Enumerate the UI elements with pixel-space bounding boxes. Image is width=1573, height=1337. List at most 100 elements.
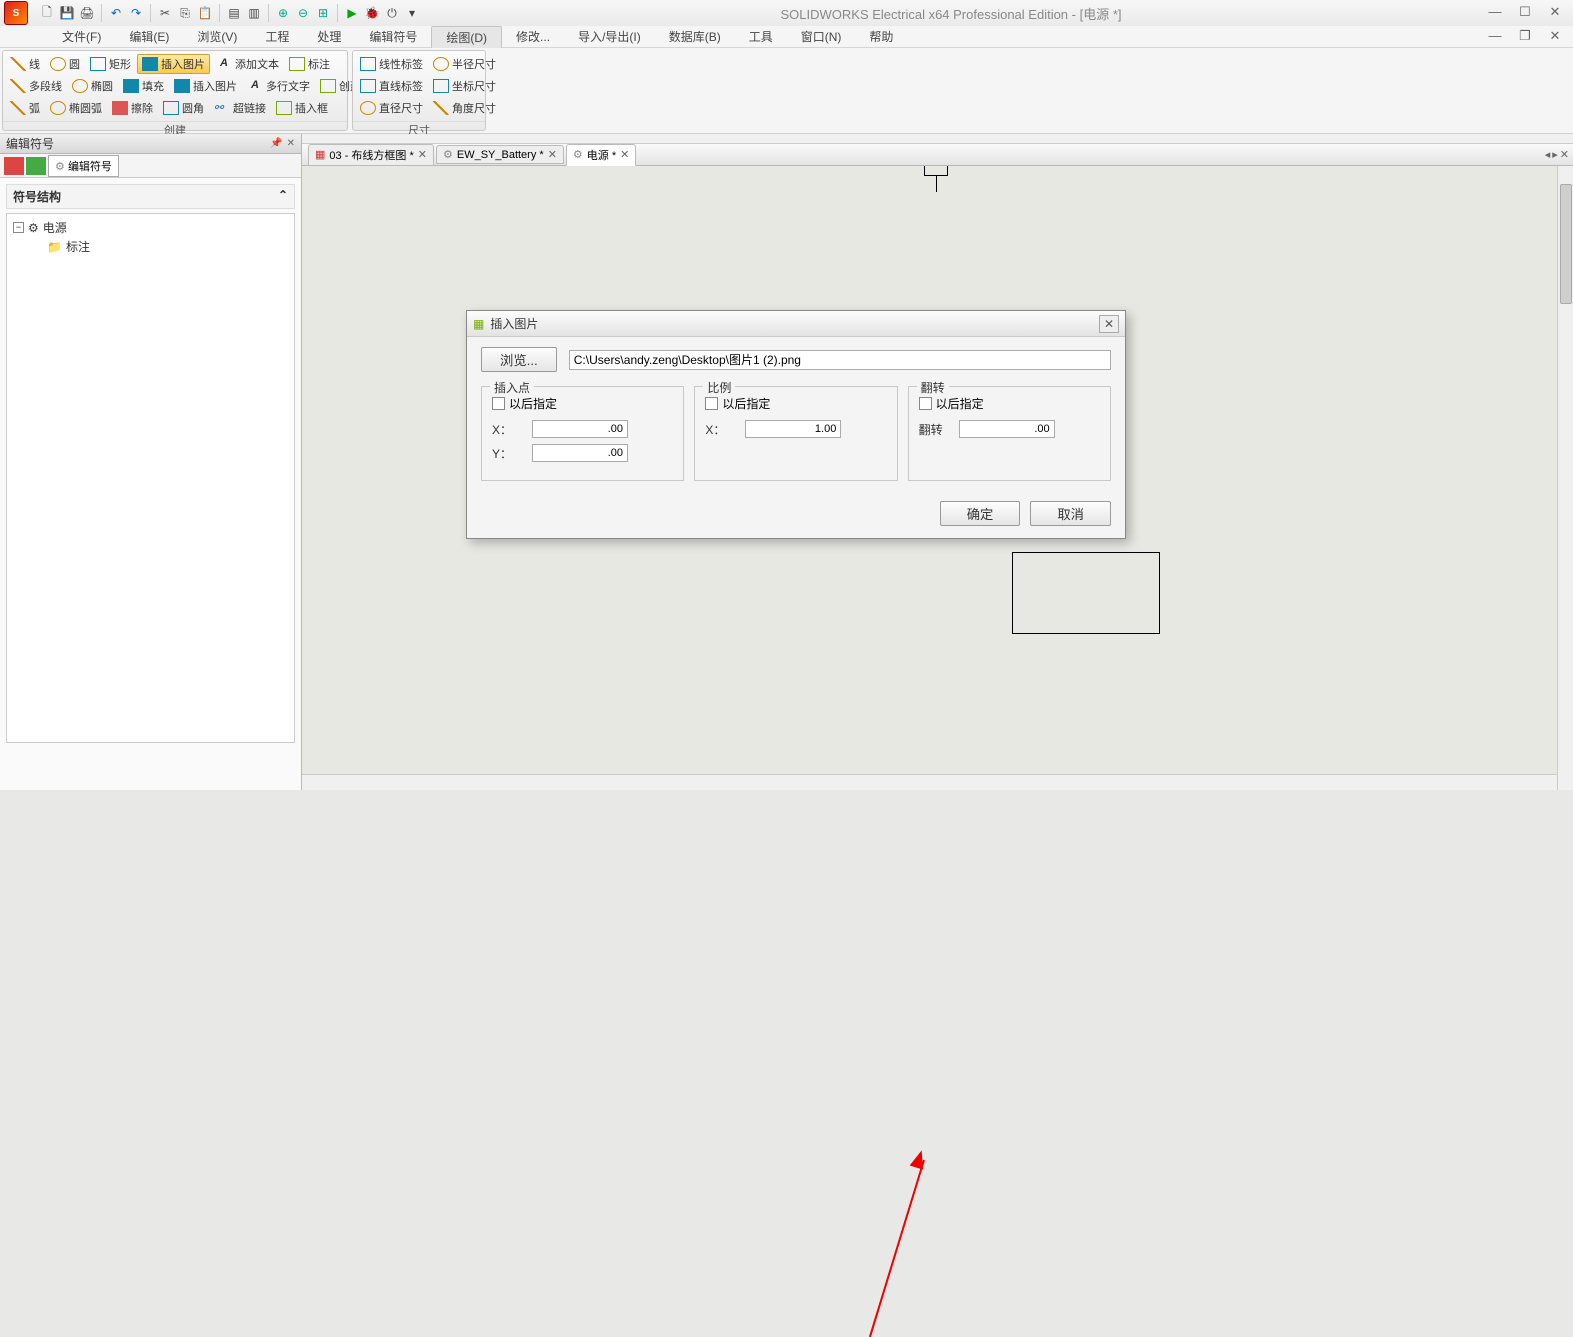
qat-tool-icon[interactable]: ▤: [225, 4, 243, 22]
checkbox-specify-later[interactable]: [705, 397, 718, 410]
window-controls: — ☐ ✕: [1481, 4, 1569, 22]
rbtn-rect[interactable]: 矩形: [86, 54, 135, 74]
rbtn-linlabel[interactable]: 线性标签: [356, 54, 427, 74]
horizontal-scrollbar[interactable]: [302, 774, 1557, 790]
tree-child[interactable]: 📁 标注: [11, 237, 290, 256]
qat-zoom-out-icon[interactable]: ⊖: [294, 4, 312, 22]
nav-prev-icon[interactable]: ◂: [1545, 148, 1551, 161]
rbtn-arc[interactable]: 弧: [6, 98, 44, 118]
canvas-rectangle[interactable]: [1012, 552, 1160, 634]
scrollbar-thumb[interactable]: [1560, 184, 1572, 304]
qat-copy-icon[interactable]: ⎘: [176, 4, 194, 22]
app-icon: S: [4, 1, 28, 25]
y-input[interactable]: [532, 444, 628, 462]
nav-next-icon[interactable]: ▸: [1552, 148, 1558, 161]
menu-import[interactable]: 导入/导出(I): [564, 26, 655, 47]
scale-input[interactable]: [745, 420, 841, 438]
panel-tab-editsymbol[interactable]: ⚙ 编辑符号: [48, 155, 119, 177]
browse-button[interactable]: 浏览...: [481, 347, 557, 372]
menu-tools[interactable]: 工具: [735, 26, 787, 47]
qat-new-icon[interactable]: 🗋: [38, 4, 56, 22]
menu-project[interactable]: 工程: [251, 26, 303, 47]
tree-root[interactable]: − ⚙ 电源: [11, 218, 290, 237]
rbtn-polyline[interactable]: 多段线: [6, 76, 66, 96]
minimize-button[interactable]: —: [1481, 4, 1509, 22]
ok-button[interactable]: 确定: [940, 501, 1021, 526]
pin-icon[interactable]: 📌: [270, 138, 282, 149]
rbtn-label[interactable]: 标注: [285, 54, 334, 74]
checkbox-specify-later[interactable]: [919, 397, 932, 410]
doc-tab-2[interactable]: ⚙ EW_SY_Battery * ✕: [436, 145, 564, 164]
qat-zoom-fit-icon[interactable]: ⊞: [314, 4, 332, 22]
rbtn-fill[interactable]: 填充: [119, 76, 168, 96]
expand-icon[interactable]: −: [13, 222, 24, 233]
qat-tool-icon[interactable]: ▥: [245, 4, 263, 22]
doc-tab-3[interactable]: ⚙ 电源 * ✕: [566, 144, 636, 166]
rbtn-radius[interactable]: 半径尺寸: [429, 54, 500, 74]
path-input[interactable]: [569, 350, 1111, 370]
rbtn-angle[interactable]: 角度尺寸: [429, 98, 500, 118]
close-icon[interactable]: ✕: [418, 148, 427, 161]
rbtn-hyperlink[interactable]: ⚯超链接: [210, 98, 270, 118]
qat-redo-icon[interactable]: ↷: [127, 4, 145, 22]
menu-browse[interactable]: 浏览(V): [183, 26, 251, 47]
rbtn-ellipsearc[interactable]: 椭圆弧: [46, 98, 106, 118]
menu-draw[interactable]: 绘图(D): [431, 26, 502, 48]
qat-print-icon[interactable]: 🖨: [78, 4, 96, 22]
rbtn-linelabel[interactable]: 直线标签: [356, 76, 427, 96]
menu-help[interactable]: 帮助: [855, 26, 907, 47]
flip-input[interactable]: [959, 420, 1055, 438]
dialog-titlebar[interactable]: ▦ 插入图片 ✕: [467, 311, 1125, 337]
close-icon[interactable]: ✕: [287, 138, 295, 149]
nav-close-icon[interactable]: ✕: [1560, 148, 1569, 161]
rbtn-insert-image2[interactable]: 插入图片: [170, 76, 241, 96]
rbtn-ellipse[interactable]: 椭圆: [68, 76, 117, 96]
vertical-scrollbar[interactable]: [1557, 166, 1573, 790]
maximize-button[interactable]: ☐: [1511, 4, 1539, 22]
qat-debug-icon[interactable]: 🐞: [363, 4, 381, 22]
menu-file[interactable]: 文件(F): [48, 26, 115, 47]
qat-zoom-in-icon[interactable]: ⊕: [274, 4, 292, 22]
rbtn-insert-image[interactable]: 插入图片: [137, 54, 210, 74]
checkbox-specify-later[interactable]: [492, 397, 505, 410]
rbtn-diameter[interactable]: 直径尺寸: [356, 98, 427, 118]
panel-tab-2[interactable]: [26, 157, 46, 175]
doc-tab-1[interactable]: ▦ 03 - 布线方框图 * ✕: [308, 144, 434, 166]
rbtn-insertframe[interactable]: 插入框: [272, 98, 332, 118]
menu-modify[interactable]: 修改...: [502, 26, 564, 47]
qat-stop-icon[interactable]: ⏻: [383, 4, 401, 22]
menu-database[interactable]: 数据库(B): [655, 26, 735, 47]
close-icon[interactable]: ✕: [620, 148, 629, 161]
qat-undo-icon[interactable]: ↶: [107, 4, 125, 22]
panel-tab-1[interactable]: [4, 157, 24, 175]
menu-window[interactable]: 窗口(N): [787, 26, 856, 47]
document-tabs: ▦ 03 - 布线方框图 * ✕ ⚙ EW_SY_Battery * ✕ ⚙ 电…: [302, 144, 1573, 166]
collapse-icon[interactable]: ⌃: [278, 188, 288, 205]
rbtn-addtext[interactable]: A添加文本: [212, 54, 283, 74]
close-icon[interactable]: ✕: [548, 148, 557, 161]
rbtn-circle[interactable]: 圆: [46, 54, 84, 74]
menu-editsymbol[interactable]: 编辑符号: [355, 26, 431, 47]
qat-dropdown-icon[interactable]: ▾: [403, 4, 421, 22]
x-input[interactable]: [532, 420, 628, 438]
rbtn-fillet[interactable]: 圆角: [159, 98, 208, 118]
rbtn-coord[interactable]: 坐标尺寸: [429, 76, 500, 96]
mdi-minimize[interactable]: —: [1481, 28, 1509, 46]
mdi-close[interactable]: ✕: [1541, 28, 1569, 46]
rbtn-erase[interactable]: 擦除: [108, 98, 157, 118]
qat-cut-icon[interactable]: ✂: [156, 4, 174, 22]
menu-process[interactable]: 处理: [303, 26, 355, 47]
qat-paste-icon[interactable]: 📋: [196, 4, 214, 22]
cancel-button[interactable]: 取消: [1030, 501, 1111, 526]
dialog-close-button[interactable]: ✕: [1099, 315, 1119, 333]
panel-title: 编辑符号: [6, 135, 54, 152]
menu-edit[interactable]: 编辑(E): [115, 26, 183, 47]
qat-run-icon[interactable]: ▶: [343, 4, 361, 22]
section-header[interactable]: 符号结构 ⌃: [6, 184, 295, 209]
rbtn-line[interactable]: 线: [6, 54, 44, 74]
close-button[interactable]: ✕: [1541, 4, 1569, 22]
qat-save-icon[interactable]: 💾: [58, 4, 76, 22]
mdi-restore[interactable]: ❐: [1511, 28, 1539, 46]
checkbox-label: 以后指定: [936, 395, 984, 412]
rbtn-multitext[interactable]: A多行文字: [243, 76, 314, 96]
